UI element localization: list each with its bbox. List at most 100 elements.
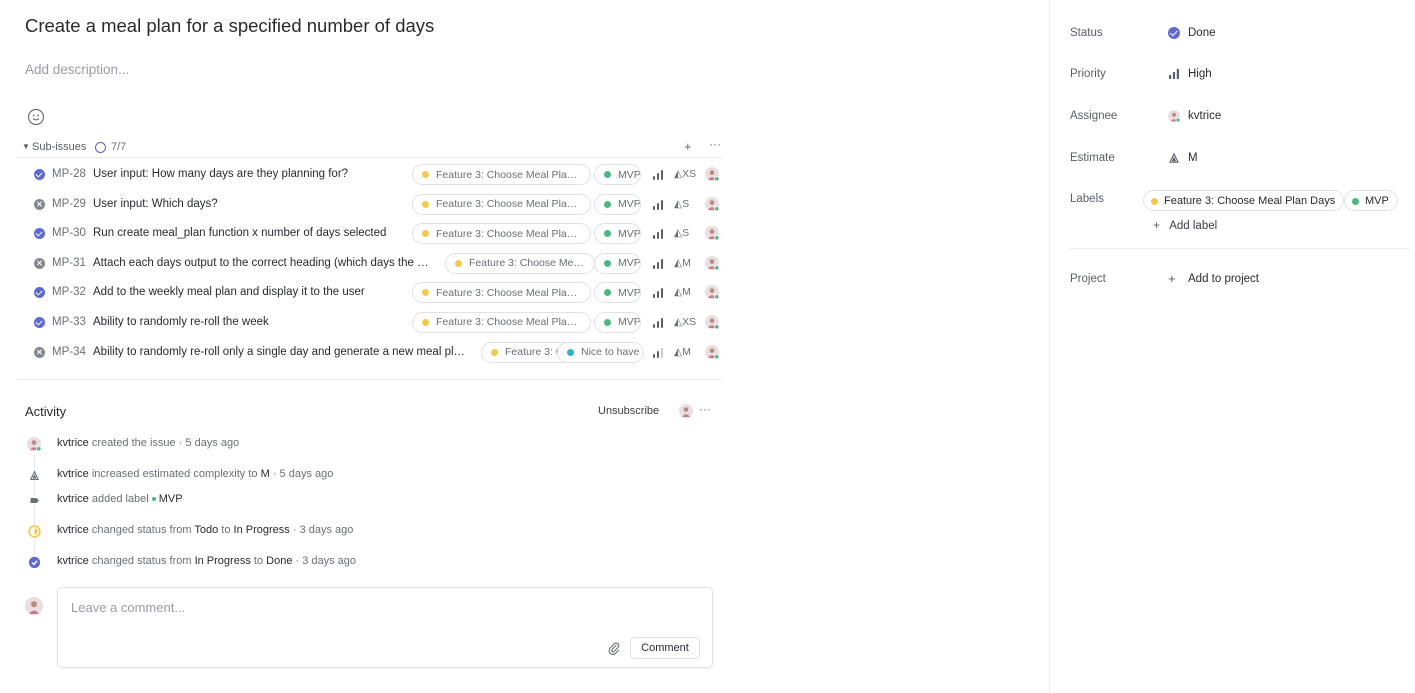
issue-title[interactable]: Ability to randomly re-roll only a singl…: [93, 346, 469, 358]
estimate-badge[interactable]: ◭S: [674, 227, 689, 239]
label-chip-feature[interactable]: Feature 3: Choose Meal Plan Days: [412, 164, 591, 185]
issue-title[interactable]: Run create meal_plan function x number o…: [93, 227, 413, 239]
avatar[interactable]: [679, 404, 693, 418]
canceled-status-icon[interactable]: [34, 198, 45, 210]
priority-bars-icon[interactable]: [653, 170, 663, 180]
label-chip-secondary[interactable]: MVP: [594, 223, 641, 245]
description-placeholder[interactable]: Add description...: [25, 62, 129, 77]
status-label: Status: [1070, 27, 1103, 39]
add-to-project-button[interactable]: + Add to project: [1168, 271, 1408, 289]
priority-bars-icon[interactable]: [653, 229, 663, 240]
sub-issues-more-button[interactable]: ···: [709, 137, 721, 151]
avatar[interactable]: [705, 226, 719, 241]
label-chip-secondary[interactable]: MVP: [594, 193, 641, 215]
priority-bars-icon[interactable]: [653, 317, 663, 328]
activity-more-button[interactable]: ···: [699, 402, 711, 416]
label-chip-feature[interactable]: Feature 3: Choose Meal Plan Days: [412, 193, 591, 215]
event-user[interactable]: kvtrice: [57, 468, 89, 480]
estimate-badge[interactable]: ◭M: [674, 286, 691, 298]
estimate-select[interactable]: M: [1168, 150, 1408, 168]
canceled-status-icon[interactable]: [34, 257, 45, 269]
estimate-badge[interactable]: ◭XS: [674, 168, 696, 180]
sub-issue-row[interactable]: MP-30 Run create meal_plan function x num…: [17, 219, 722, 249]
priority-bars-icon[interactable]: [653, 288, 663, 299]
done-status-icon[interactable]: [34, 228, 45, 240]
label-chip-feature[interactable]: Feature 3: Choose Meal Plan Days: [412, 223, 591, 245]
issue-title[interactable]: Ability to randomly re-roll the week: [93, 316, 413, 328]
avatar[interactable]: [705, 196, 719, 211]
label-chip-secondary[interactable]: MVP: [594, 164, 641, 185]
estimate-badge[interactable]: ◭M: [674, 257, 691, 269]
issue-title[interactable]: User input: How many days are they plann…: [93, 168, 413, 180]
label-dot: [455, 259, 462, 267]
estimate-badge[interactable]: ◭S: [674, 198, 689, 210]
event-user[interactable]: kvtrice: [57, 493, 89, 505]
sub-issue-row[interactable]: MP-34 Ability to randomly re-roll only a …: [17, 338, 722, 368]
add-label-button[interactable]: + Add label: [1153, 218, 1217, 232]
sub-issue-row[interactable]: MP-28 User input: How many days are they …: [17, 160, 722, 190]
event-user[interactable]: kvtrice: [57, 437, 89, 449]
sub-issue-list: MP-28 User input: How many days are they …: [17, 160, 722, 367]
estimate-badge[interactable]: ◭XS: [674, 316, 696, 328]
priority-bars-icon[interactable]: [653, 199, 663, 210]
assignee-select[interactable]: kvtrice: [1168, 108, 1408, 126]
properties-sidebar: Status Done Priority High Assignee kvtri…: [1049, 0, 1415, 693]
activity-title: Activity: [25, 404, 67, 419]
done-status-icon[interactable]: [34, 169, 45, 180]
label-dot: [567, 348, 574, 356]
done-status-icon[interactable]: [34, 316, 45, 328]
label-dot: [604, 230, 611, 238]
avatar[interactable]: [705, 285, 719, 300]
add-sub-issue-button[interactable]: +: [684, 139, 692, 154]
estimate-value: XS: [682, 168, 697, 180]
avatar[interactable]: [705, 314, 719, 329]
estimate-badge[interactable]: ◭M: [674, 346, 691, 358]
canceled-status-icon[interactable]: [34, 346, 45, 358]
avatar[interactable]: [705, 167, 719, 181]
unsubscribe-button[interactable]: Unsubscribe: [598, 405, 659, 417]
event-user[interactable]: kvtrice: [57, 555, 89, 567]
label-chip-feature[interactable]: Feature 3: Choose Meal Plan Days: [412, 282, 591, 304]
priority-bars-icon[interactable]: [653, 347, 663, 358]
issue-id: MP-28: [52, 168, 86, 180]
label-chip-mvp[interactable]: MVP: [1344, 190, 1398, 211]
sub-issue-row[interactable]: MP-33 Ability to randomly re-roll the wee…: [17, 308, 722, 338]
sub-issue-row[interactable]: MP-32 Add to the weekly meal plan and dis…: [17, 278, 722, 308]
issue-main-panel: Create a meal plan for a specified numbe…: [0, 0, 1049, 693]
estimate-triangle-icon: ◭: [674, 345, 683, 358]
label-chip-feature[interactable]: Feature 3: Choose Meal Plan Days: [412, 311, 591, 333]
caret-down-icon[interactable]: ▼: [22, 142, 30, 151]
comment-box[interactable]: Leave a comment... Comment: [57, 587, 713, 668]
event-user[interactable]: kvtrice: [57, 524, 89, 536]
comment-button[interactable]: Comment: [630, 637, 700, 659]
issue-title[interactable]: Attach each days output to the correct h…: [93, 257, 434, 269]
issue-title[interactable]: Create a meal plan for a specified numbe…: [25, 15, 434, 37]
event-text: increased estimated complexity to: [91, 468, 258, 480]
issue-title[interactable]: User input: Which days?: [93, 198, 413, 210]
issue-id: MP-33: [52, 315, 86, 328]
avatar[interactable]: [705, 344, 719, 359]
label-chip-secondary[interactable]: MVP: [594, 282, 641, 304]
label-chip-feature[interactable]: Feature 3: Choose Meal Plan Days: [1143, 190, 1345, 211]
paperclip-icon[interactable]: [607, 641, 621, 655]
priority-bars-icon: [1169, 69, 1179, 79]
sub-issue-row[interactable]: MP-31 Attach each days output to the corr…: [17, 249, 722, 279]
sub-issue-row[interactable]: MP-29 User input: Which days? Feature 3: C…: [17, 190, 722, 220]
property-project: Project + Add to project: [1070, 270, 1410, 290]
issue-title[interactable]: Add to the weekly meal plan and display …: [93, 286, 413, 298]
priority-bars-icon[interactable]: [653, 258, 663, 269]
label-chip-feature[interactable]: Feature 3: Choose Meal Plan Days: [445, 252, 595, 274]
avatar[interactable]: [705, 255, 719, 270]
sub-issues-label[interactable]: Sub-issues: [32, 141, 86, 153]
label-name: MVP: [1365, 194, 1389, 207]
label-chip-secondary[interactable]: Nice to have: [557, 341, 644, 363]
done-status-icon[interactable]: [34, 287, 45, 299]
status-select[interactable]: Done: [1168, 25, 1408, 43]
avatar: [1168, 110, 1180, 122]
label-chip-secondary[interactable]: MVP: [594, 252, 641, 274]
label-chip-secondary[interactable]: MVP: [594, 311, 641, 333]
comment-input[interactable]: Leave a comment...: [71, 600, 185, 615]
emoji-reaction-icon[interactable]: [27, 108, 45, 126]
estimate-value: M: [682, 286, 691, 299]
priority-select[interactable]: High: [1168, 66, 1408, 84]
